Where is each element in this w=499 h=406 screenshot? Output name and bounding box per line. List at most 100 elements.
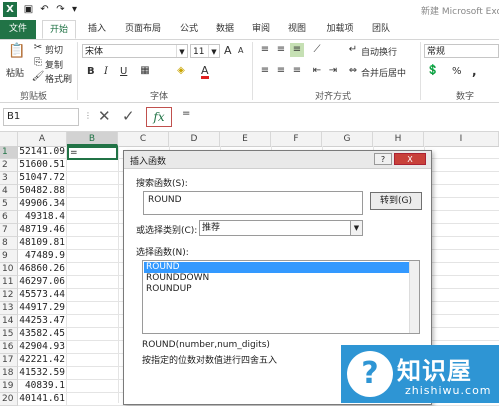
percent-button[interactable]: %: [452, 66, 462, 77]
cell-a[interactable]: 51047.72: [18, 172, 67, 185]
row-header[interactable]: 1: [0, 146, 18, 159]
paste-button[interactable]: 粘贴: [6, 66, 24, 79]
column-header-d[interactable]: D: [169, 132, 220, 146]
paste-icon[interactable]: 📋: [8, 44, 26, 64]
align-left-icon[interactable]: ≡: [258, 64, 272, 78]
tab-home[interactable]: 开始: [42, 20, 76, 39]
cell-a[interactable]: 41532.59: [18, 367, 67, 380]
function-item-rounddown[interactable]: ROUNDDOWN: [144, 273, 409, 284]
quick-access-dropdown-icon[interactable]: ▾: [68, 3, 81, 16]
decrease-indent-icon[interactable]: ⇤: [310, 64, 324, 78]
cut-button[interactable]: 剪切: [45, 43, 63, 56]
cell-a[interactable]: 46860.26: [18, 263, 67, 276]
tab-view[interactable]: 视图: [282, 20, 312, 39]
shrink-font-button[interactable]: A: [238, 46, 243, 55]
italic-button[interactable]: I: [104, 66, 108, 77]
row-header[interactable]: 8: [0, 237, 18, 250]
row-header[interactable]: 15: [0, 328, 18, 341]
select-all-corner[interactable]: [0, 132, 18, 146]
copy-button[interactable]: 复制: [45, 58, 63, 71]
merge-center-icon[interactable]: ⇔: [346, 64, 360, 78]
cell-a[interactable]: 44917.29: [18, 302, 67, 315]
tab-formulas[interactable]: 公式: [174, 20, 204, 39]
tab-file[interactable]: 文件: [0, 20, 36, 39]
align-center-icon[interactable]: ≡: [274, 64, 288, 78]
undo-icon[interactable]: ↶: [38, 3, 51, 16]
save-icon[interactable]: ▣: [22, 3, 35, 16]
underline-button[interactable]: U: [120, 66, 127, 77]
function-list[interactable]: ROUND ROUNDDOWN ROUNDUP: [142, 260, 420, 334]
cell-a[interactable]: 46297.06: [18, 276, 67, 289]
formula-input[interactable]: =: [182, 108, 190, 119]
cell-a[interactable]: 49906.34: [18, 198, 67, 211]
tab-team[interactable]: 团队: [366, 20, 396, 39]
tab-addins[interactable]: 加载项: [320, 20, 360, 39]
row-header[interactable]: 6: [0, 211, 18, 224]
tab-insert[interactable]: 插入: [82, 20, 112, 39]
row-header[interactable]: 12: [0, 289, 18, 302]
dialog-title-bar[interactable]: 插入函数 ? X: [124, 151, 431, 169]
cell-a[interactable]: 45573.44: [18, 289, 67, 302]
column-header-b[interactable]: B: [67, 132, 118, 146]
row-header[interactable]: 10: [0, 263, 18, 276]
format-painter-icon[interactable]: 🖌: [31, 70, 45, 84]
column-header-e[interactable]: E: [220, 132, 271, 146]
cut-icon[interactable]: ✂: [31, 41, 45, 55]
align-right-icon[interactable]: ≡: [290, 64, 304, 78]
cell-a[interactable]: 42221.42: [18, 354, 67, 367]
close-button[interactable]: X: [394, 153, 426, 165]
cell-a[interactable]: 50482.88: [18, 185, 67, 198]
copy-icon[interactable]: ⎘: [31, 56, 45, 70]
cell-a[interactable]: 52141.09: [18, 146, 67, 159]
accounting-format-icon[interactable]: 💲: [426, 64, 440, 78]
merge-center-button[interactable]: 合并后居中: [361, 66, 406, 79]
row-header[interactable]: 2: [0, 159, 18, 172]
cell-a[interactable]: 48109.81: [18, 237, 67, 250]
row-header[interactable]: 4: [0, 185, 18, 198]
column-header-c[interactable]: C: [118, 132, 169, 146]
grow-font-button[interactable]: A: [224, 44, 232, 57]
row-header[interactable]: 5: [0, 198, 18, 211]
cell-a[interactable]: 49318.4: [18, 211, 67, 224]
row-header[interactable]: 17: [0, 354, 18, 367]
row-header[interactable]: 19: [0, 380, 18, 393]
column-header-a[interactable]: A: [18, 132, 67, 146]
column-header-i[interactable]: I: [424, 132, 499, 146]
row-header[interactable]: 3: [0, 172, 18, 185]
redo-icon[interactable]: ↷: [54, 3, 67, 16]
row-header[interactable]: 14: [0, 315, 18, 328]
row-header[interactable]: 13: [0, 302, 18, 315]
cell-a[interactable]: 47489.9: [18, 250, 67, 263]
column-header-g[interactable]: G: [322, 132, 373, 146]
tab-page-layout[interactable]: 页面布局: [118, 20, 168, 39]
tab-review[interactable]: 审阅: [246, 20, 276, 39]
wrap-text-icon[interactable]: ↵: [346, 43, 360, 57]
column-header-f[interactable]: F: [271, 132, 322, 146]
active-cell-b1[interactable]: =: [67, 146, 118, 160]
cell-a[interactable]: 42904.93: [18, 341, 67, 354]
insert-function-button[interactable]: fx: [146, 107, 172, 127]
enter-check-icon[interactable]: ✓: [122, 107, 135, 125]
function-item-roundup[interactable]: ROUNDUP: [144, 284, 409, 295]
align-top-icon[interactable]: ≡: [258, 43, 272, 57]
column-header-h[interactable]: H: [373, 132, 424, 146]
align-bottom-icon[interactable]: ≡: [290, 43, 304, 57]
row-header[interactable]: 16: [0, 341, 18, 354]
list-scrollbar[interactable]: [409, 261, 419, 333]
increase-indent-icon[interactable]: ⇥: [326, 64, 340, 78]
row-header[interactable]: 20: [0, 393, 18, 406]
font-name-select[interactable]: 宋体 ▼: [82, 44, 188, 58]
search-function-input[interactable]: ROUND: [143, 191, 363, 215]
name-box[interactable]: B1: [3, 108, 79, 126]
font-color-button[interactable]: A: [201, 65, 209, 79]
number-format-select[interactable]: 常规: [424, 44, 499, 58]
fill-color-icon[interactable]: ◈: [174, 64, 188, 78]
function-item-round[interactable]: ROUND: [144, 262, 409, 273]
cell-a[interactable]: 40141.61: [18, 393, 67, 406]
format-painter-button[interactable]: 格式刷: [45, 72, 72, 85]
row-header[interactable]: 9: [0, 250, 18, 263]
help-button[interactable]: ?: [374, 153, 392, 165]
row-header[interactable]: 18: [0, 367, 18, 380]
cell-a[interactable]: 44253.47: [18, 315, 67, 328]
comma-button[interactable]: ,: [472, 64, 477, 78]
